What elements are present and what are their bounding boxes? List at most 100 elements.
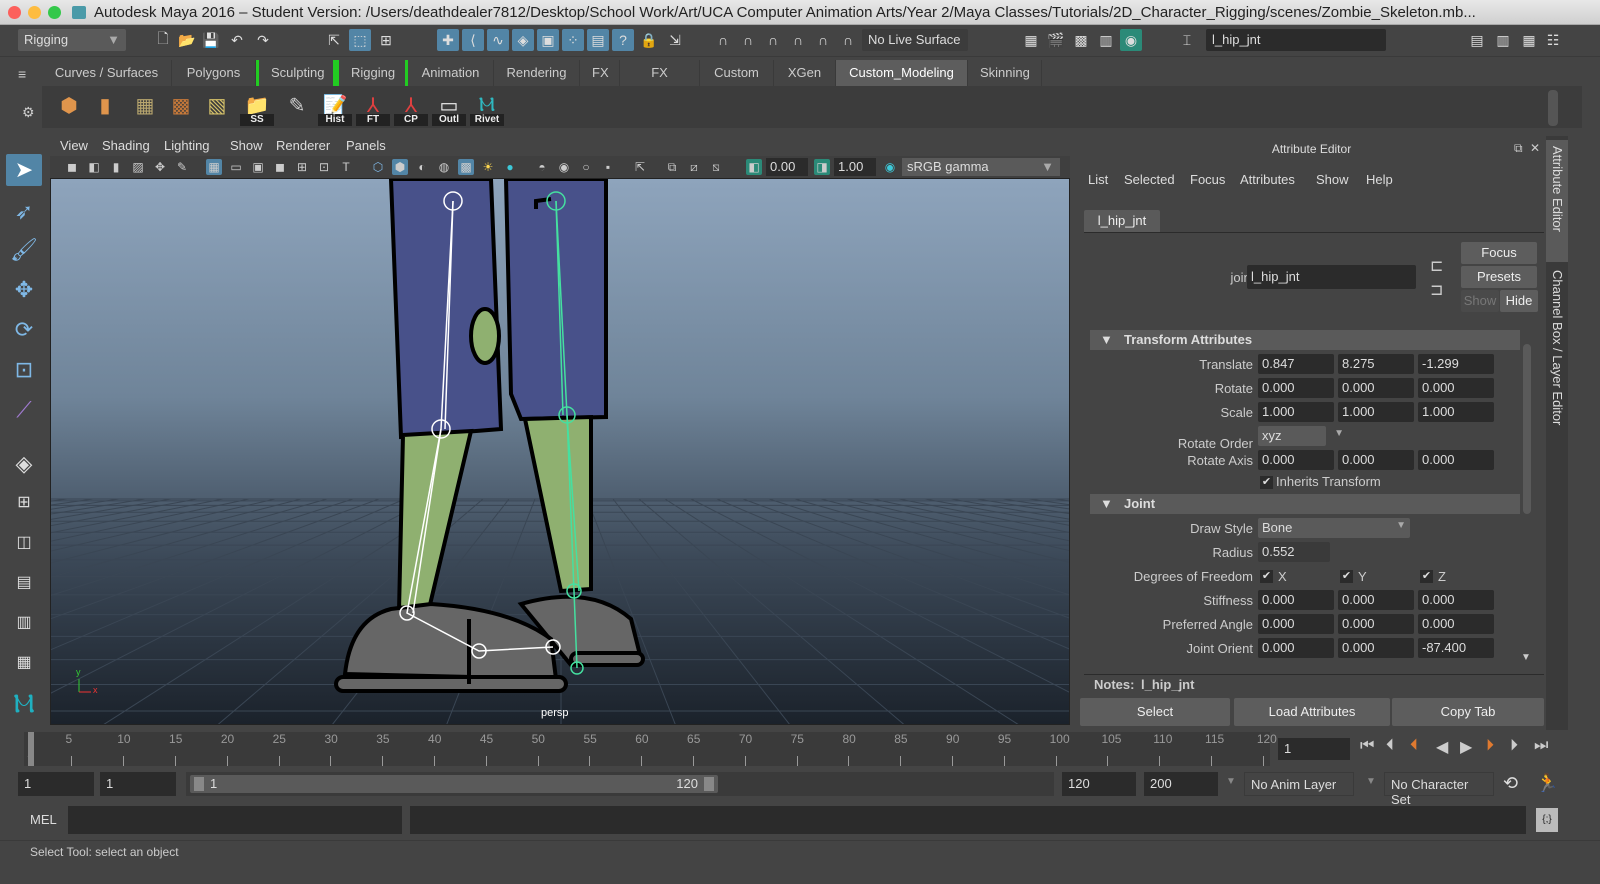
save-scene-icon[interactable]: 💾 <box>200 29 222 51</box>
grid-icon[interactable]: ▦ <box>206 159 222 175</box>
rotate-axis-z-field[interactable]: 0.000 <box>1418 450 1494 470</box>
open-scene-icon[interactable]: 📂 <box>176 29 198 51</box>
snap-grid-icon[interactable]: ✚ <box>437 29 459 51</box>
live-surface-field[interactable]: No Live Surface <box>862 29 968 51</box>
input-line-mode-icon[interactable]: ⌶ <box>1176 29 1198 51</box>
time-slider[interactable]: 1510152025303540455055606570758085909510… <box>24 732 1277 766</box>
persp-outliner-layout-icon[interactable]: ◫ <box>6 526 42 558</box>
playback-end-field[interactable]: 120 <box>1062 772 1136 796</box>
film-gate-icon[interactable]: ▭ <box>228 159 244 175</box>
toggle-channel-box-icon[interactable]: ☷ <box>1542 29 1564 51</box>
isolate-select-icon[interactable]: ⇱ <box>632 159 648 175</box>
rotate-z-field[interactable]: 0.000 <box>1418 378 1494 398</box>
lighting-icon[interactable]: ☀ <box>480 159 496 175</box>
rotate-y-field[interactable]: 0.000 <box>1338 378 1414 398</box>
select-button[interactable]: Select <box>1080 698 1230 726</box>
grease-pencil-icon[interactable]: ✎ <box>174 159 190 175</box>
load-attributes-button[interactable]: Load Attributes <box>1234 698 1390 726</box>
poly-extrude-icon[interactable]: ▮ <box>90 90 120 120</box>
four-view-layout-icon[interactable]: ⊞ <box>6 486 42 518</box>
shadows-icon[interactable]: ● <box>502 159 518 175</box>
gamma-field[interactable]: 1.00 <box>834 158 876 176</box>
go-to-start-icon[interactable]: ⏮ <box>1360 737 1374 755</box>
viewport-menu-view[interactable]: View <box>60 138 88 153</box>
ipr-render-icon[interactable]: ▩ <box>1070 29 1092 51</box>
smooth-shade-icon[interactable]: ⬢ <box>392 159 408 175</box>
presets-button[interactable]: Presets <box>1461 266 1537 288</box>
camera-select-icon[interactable]: ◼ <box>64 159 80 175</box>
lock-icon[interactable]: 🔒 <box>638 29 660 51</box>
radius-field[interactable]: 0.552 <box>1258 542 1330 562</box>
new-scene-icon[interactable]: 🗋 <box>152 29 174 51</box>
joint-section[interactable]: ▼ Joint <box>1090 494 1520 514</box>
preferred-angle-x-field[interactable]: 0.000 <box>1258 614 1334 634</box>
ae-menu-attributes[interactable]: Attributes <box>1240 172 1295 187</box>
2d-pan-zoom-icon[interactable]: ✥ <box>152 159 168 175</box>
anti-aliasing-icon[interactable]: ○ <box>578 159 594 175</box>
joint-orient-z-field[interactable]: -87.400 <box>1418 638 1494 658</box>
range-slider-track[interactable]: 1 120 <box>186 772 1054 796</box>
current-frame-field[interactable]: 1 <box>1278 738 1350 760</box>
scene-start-field[interactable]: 1 <box>18 772 94 796</box>
float-panel-icon[interactable]: ⧉ <box>1514 141 1523 156</box>
insert-edge-loop-icon[interactable]: ▧ <box>202 90 232 120</box>
stiffness-y-field[interactable]: 0.000 <box>1338 590 1414 610</box>
viewport-menu-panels[interactable]: Panels <box>346 138 386 153</box>
make-live-icon[interactable]: ∩ <box>837 29 859 51</box>
use-default-material-icon[interactable]: ◐ <box>414 159 430 175</box>
lasso-tool-icon[interactable]: ➶ <box>6 196 42 228</box>
image-plane-icon[interactable]: ▨ <box>130 159 146 175</box>
wireframe-on-shaded-icon[interactable]: ◍ <box>436 159 452 175</box>
translate-x-field[interactable]: 0.847 <box>1258 354 1334 374</box>
select-components-icon[interactable]: ⊞ <box>375 29 397 51</box>
hypershade-layout-icon[interactable]: ▥ <box>6 606 42 638</box>
ep-curve-pen-icon[interactable]: ✎ <box>282 90 312 120</box>
translate-y-field[interactable]: 8.275 <box>1338 354 1414 374</box>
move-tool-icon[interactable]: ✥ <box>6 274 42 306</box>
camera-attributes-icon[interactable]: ◧ <box>86 159 102 175</box>
viewport-menu-shading[interactable]: Shading <box>102 138 150 153</box>
colorspace-dropdown[interactable]: sRGB gamma ▼ <box>902 158 1060 176</box>
depth-of-field-icon[interactable]: ▪ <box>600 159 616 175</box>
play-backwards-icon[interactable]: ◀ <box>1436 737 1448 757</box>
draw-style-dropdown[interactable]: Bone ▼ <box>1258 518 1410 538</box>
snap-to-curve-icon[interactable]: ∩ <box>737 29 759 51</box>
xray-joints-icon[interactable]: ⧄ <box>686 159 702 175</box>
shelf-tab-xgen[interactable]: XGen <box>774 60 836 86</box>
ft-freeze-transform-icon[interactable]: ⅄ FT <box>356 90 390 126</box>
dof-x-checkbox[interactable]: ✔ <box>1260 570 1273 583</box>
scale-tool-icon[interactable]: ⊡ <box>6 354 42 386</box>
playback-start-field[interactable]: 1 <box>100 772 176 796</box>
snap-to-view-plane-icon[interactable]: ∩ <box>787 29 809 51</box>
motion-blur-icon[interactable]: ◉ <box>556 159 572 175</box>
hide-button[interactable]: Hide <box>1500 290 1538 312</box>
close-window-button[interactable] <box>8 6 21 19</box>
cp-center-pivot-icon[interactable]: ⅄ CP <box>394 90 428 126</box>
inherits-transform-checkbox[interactable]: ✔ <box>1260 476 1273 489</box>
viewport-menu-lighting[interactable]: Lighting <box>164 138 210 153</box>
select-joints-icon[interactable]: ⟨ <box>462 29 484 51</box>
shelf-tab-fx[interactable]: FX <box>580 60 620 86</box>
joint-orient-x-field[interactable]: 0.000 <box>1258 638 1334 658</box>
attribute-scrollbar[interactable] <box>1523 344 1531 514</box>
shelf-tab-sculpting[interactable]: Sculpting <box>256 60 336 86</box>
render-frame-icon[interactable]: 🎬 <box>1045 29 1067 51</box>
hypershade-icon[interactable]: ◉ <box>1120 29 1142 51</box>
shelf-tab-custom-modeling[interactable]: Custom_Modeling <box>836 60 968 86</box>
range-slider-handle[interactable]: 1 120 <box>190 775 718 793</box>
shelf-tab-rendering[interactable]: Rendering <box>494 60 580 86</box>
minimize-window-button[interactable] <box>28 6 41 19</box>
toggle-tool-settings-icon[interactable]: ▦ <box>1518 29 1540 51</box>
step-back-frame-icon[interactable]: ⏴ <box>1386 737 1394 755</box>
select-rendering-icon[interactable]: ▤ <box>587 29 609 51</box>
transform-attributes-section[interactable]: ▼ Transform Attributes <box>1090 330 1520 350</box>
shelf-tab-custom[interactable]: Custom <box>700 60 774 86</box>
bookmark-icon[interactable]: ▮ <box>108 159 124 175</box>
last-tool-icon[interactable]: ⟋ <box>6 394 42 426</box>
shelf-tab-curves-surfaces[interactable]: Curves / Surfaces <box>42 60 172 86</box>
close-panel-icon[interactable]: ✕ <box>1530 141 1540 155</box>
select-curves-icon[interactable]: ∿ <box>487 29 509 51</box>
select-dynamics-icon[interactable]: ⁘ <box>562 29 584 51</box>
translate-z-field[interactable]: -1.299 <box>1418 354 1494 374</box>
range-end-grip[interactable] <box>704 777 714 791</box>
